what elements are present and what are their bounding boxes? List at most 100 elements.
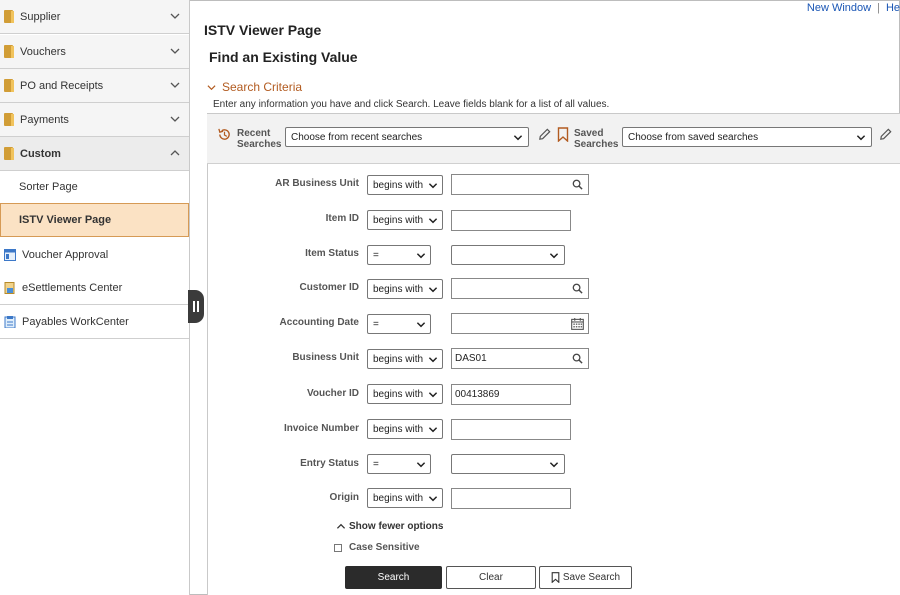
business-unit-input[interactable]: DAS01 [451,348,589,369]
page-title: ISTV Viewer Page [204,22,322,38]
sidebar-item-sorter-page[interactable]: Sorter Page [0,171,189,204]
clear-button[interactable]: Clear [446,566,536,589]
chevron-down-icon [428,392,438,398]
sidebar-group-custom[interactable]: Custom [0,137,189,171]
bookmark-icon [551,572,560,583]
sidebar-group-label: Custom [20,147,61,160]
sidebar-item-payables-workcenter[interactable]: Payables WorkCenter [0,305,189,339]
chevron-down-icon [549,462,559,468]
case-sensitive-checkbox[interactable] [334,543,342,552]
invoice-number-input[interactable] [451,419,571,440]
find-title: Find an Existing Value [209,49,358,65]
customer-id-input[interactable] [451,278,589,299]
chevron-down-icon [170,82,180,88]
chevron-up-icon [336,523,346,529]
select-value: begins with [373,283,424,295]
select-value: Choose from recent searches [291,131,423,143]
sidebar-group-vouchers[interactable]: Vouchers [0,35,189,69]
new-window-link[interactable]: New Window [807,2,871,14]
handle-bar [193,301,195,312]
chevron-down-icon [170,116,180,122]
select-value: = [373,318,379,330]
chevron-down-icon [549,253,559,259]
sidebar-group-payments[interactable]: Payments [0,103,189,137]
edit-pencil-icon[interactable] [878,127,893,142]
top-links: New Window | He [807,2,900,14]
search-criteria-title: Search Criteria [222,80,303,94]
accounting-date-input[interactable] [451,313,589,334]
operator-select-item-id[interactable]: begins with [367,210,443,230]
select-value: begins with [373,492,424,504]
bookmark-icon [557,127,569,142]
sidebar-item-label: ISTV Viewer Page [19,214,112,226]
clipboard-icon [4,315,16,328]
sidebar-collapse-handle[interactable] [188,290,204,323]
case-sensitive-option: Case Sensitive [334,542,420,553]
operator-select-accounting-date[interactable]: = [367,314,431,334]
show-fewer-label: Show fewer options [349,521,444,532]
chevron-down-icon [428,287,438,293]
chevron-down-icon [856,135,866,141]
operator-select-business-unit[interactable]: begins with [367,349,443,369]
label-line: Searches [574,139,619,150]
operator-select-customer-id[interactable]: begins with [367,279,443,299]
sidebar-item-label: Sorter Page [19,181,78,193]
operator-select-origin[interactable]: begins with [367,488,443,508]
field-label: Voucher ID [306,388,359,399]
select-value: begins with [373,353,424,365]
field-label: Item ID [325,213,359,224]
search-icon[interactable] [572,353,583,364]
sidebar-item-label: eSettlements Center [22,281,123,294]
folder-icon [4,10,14,23]
folder-icon [4,147,14,160]
origin-input[interactable] [451,488,571,509]
chevron-down-icon [170,13,180,19]
window-icon [4,248,16,261]
saved-searches-select[interactable]: Choose from saved searches [622,127,872,147]
input-value: 00413869 [455,389,500,400]
history-icon [218,128,230,140]
operator-select-entry-status[interactable]: = [367,454,431,474]
operator-select-invoice-number[interactable]: begins with [367,419,443,439]
select-value: Choose from saved searches [628,131,759,143]
handle-bar [197,301,199,312]
sidebar-group-po-receipts[interactable]: PO and Receipts [0,69,189,103]
field-label: Customer ID [299,282,359,293]
edit-pencil-icon[interactable] [537,127,552,142]
search-instructions: Enter any information you have and click… [213,99,610,110]
sidebar-group-label: Payments [20,113,69,126]
save-search-button[interactable]: Save Search [539,566,632,589]
label-line: Searches [237,139,282,150]
chevron-down-icon [416,322,426,328]
operator-select-ar-business-unit[interactable]: begins with [367,175,443,195]
operator-select-voucher-id[interactable]: begins with [367,384,443,404]
ar-business-unit-input[interactable] [451,174,589,195]
sidebar-item-voucher-approval[interactable]: Voucher Approval [0,238,189,272]
chevron-down-icon [428,357,438,363]
search-criteria-toggle[interactable]: Search Criteria [207,80,302,94]
sidebar-item-istv-viewer-page[interactable]: ISTV Viewer Page [0,203,189,237]
search-icon[interactable] [572,179,583,190]
item-status-select[interactable] [451,245,565,265]
label-line: Recent [237,128,271,139]
entry-status-select[interactable] [451,454,565,474]
chevron-down-icon [428,496,438,502]
help-link[interactable]: He [886,2,900,14]
chevron-down-icon [428,183,438,189]
operator-select-item-status[interactable]: = [367,245,431,265]
search-icon[interactable] [572,283,583,294]
document-icon [4,281,15,294]
input-value: DAS01 [455,353,487,364]
field-label: Entry Status [300,458,359,469]
calendar-icon[interactable] [571,318,584,330]
sidebar-item-esettlements-center[interactable]: eSettlements Center [0,271,189,305]
sidebar-group-supplier[interactable]: Supplier [0,0,189,34]
voucher-id-input[interactable]: 00413869 [451,384,571,405]
show-fewer-options-link[interactable]: Show fewer options [336,521,443,532]
select-value: begins with [373,423,424,435]
recent-searches-select[interactable]: Choose from recent searches [285,127,529,147]
label-line: Saved [574,128,604,139]
item-id-input[interactable] [451,210,571,231]
sidebar-group-label: Vouchers [20,45,66,58]
search-button[interactable]: Search [345,566,442,589]
